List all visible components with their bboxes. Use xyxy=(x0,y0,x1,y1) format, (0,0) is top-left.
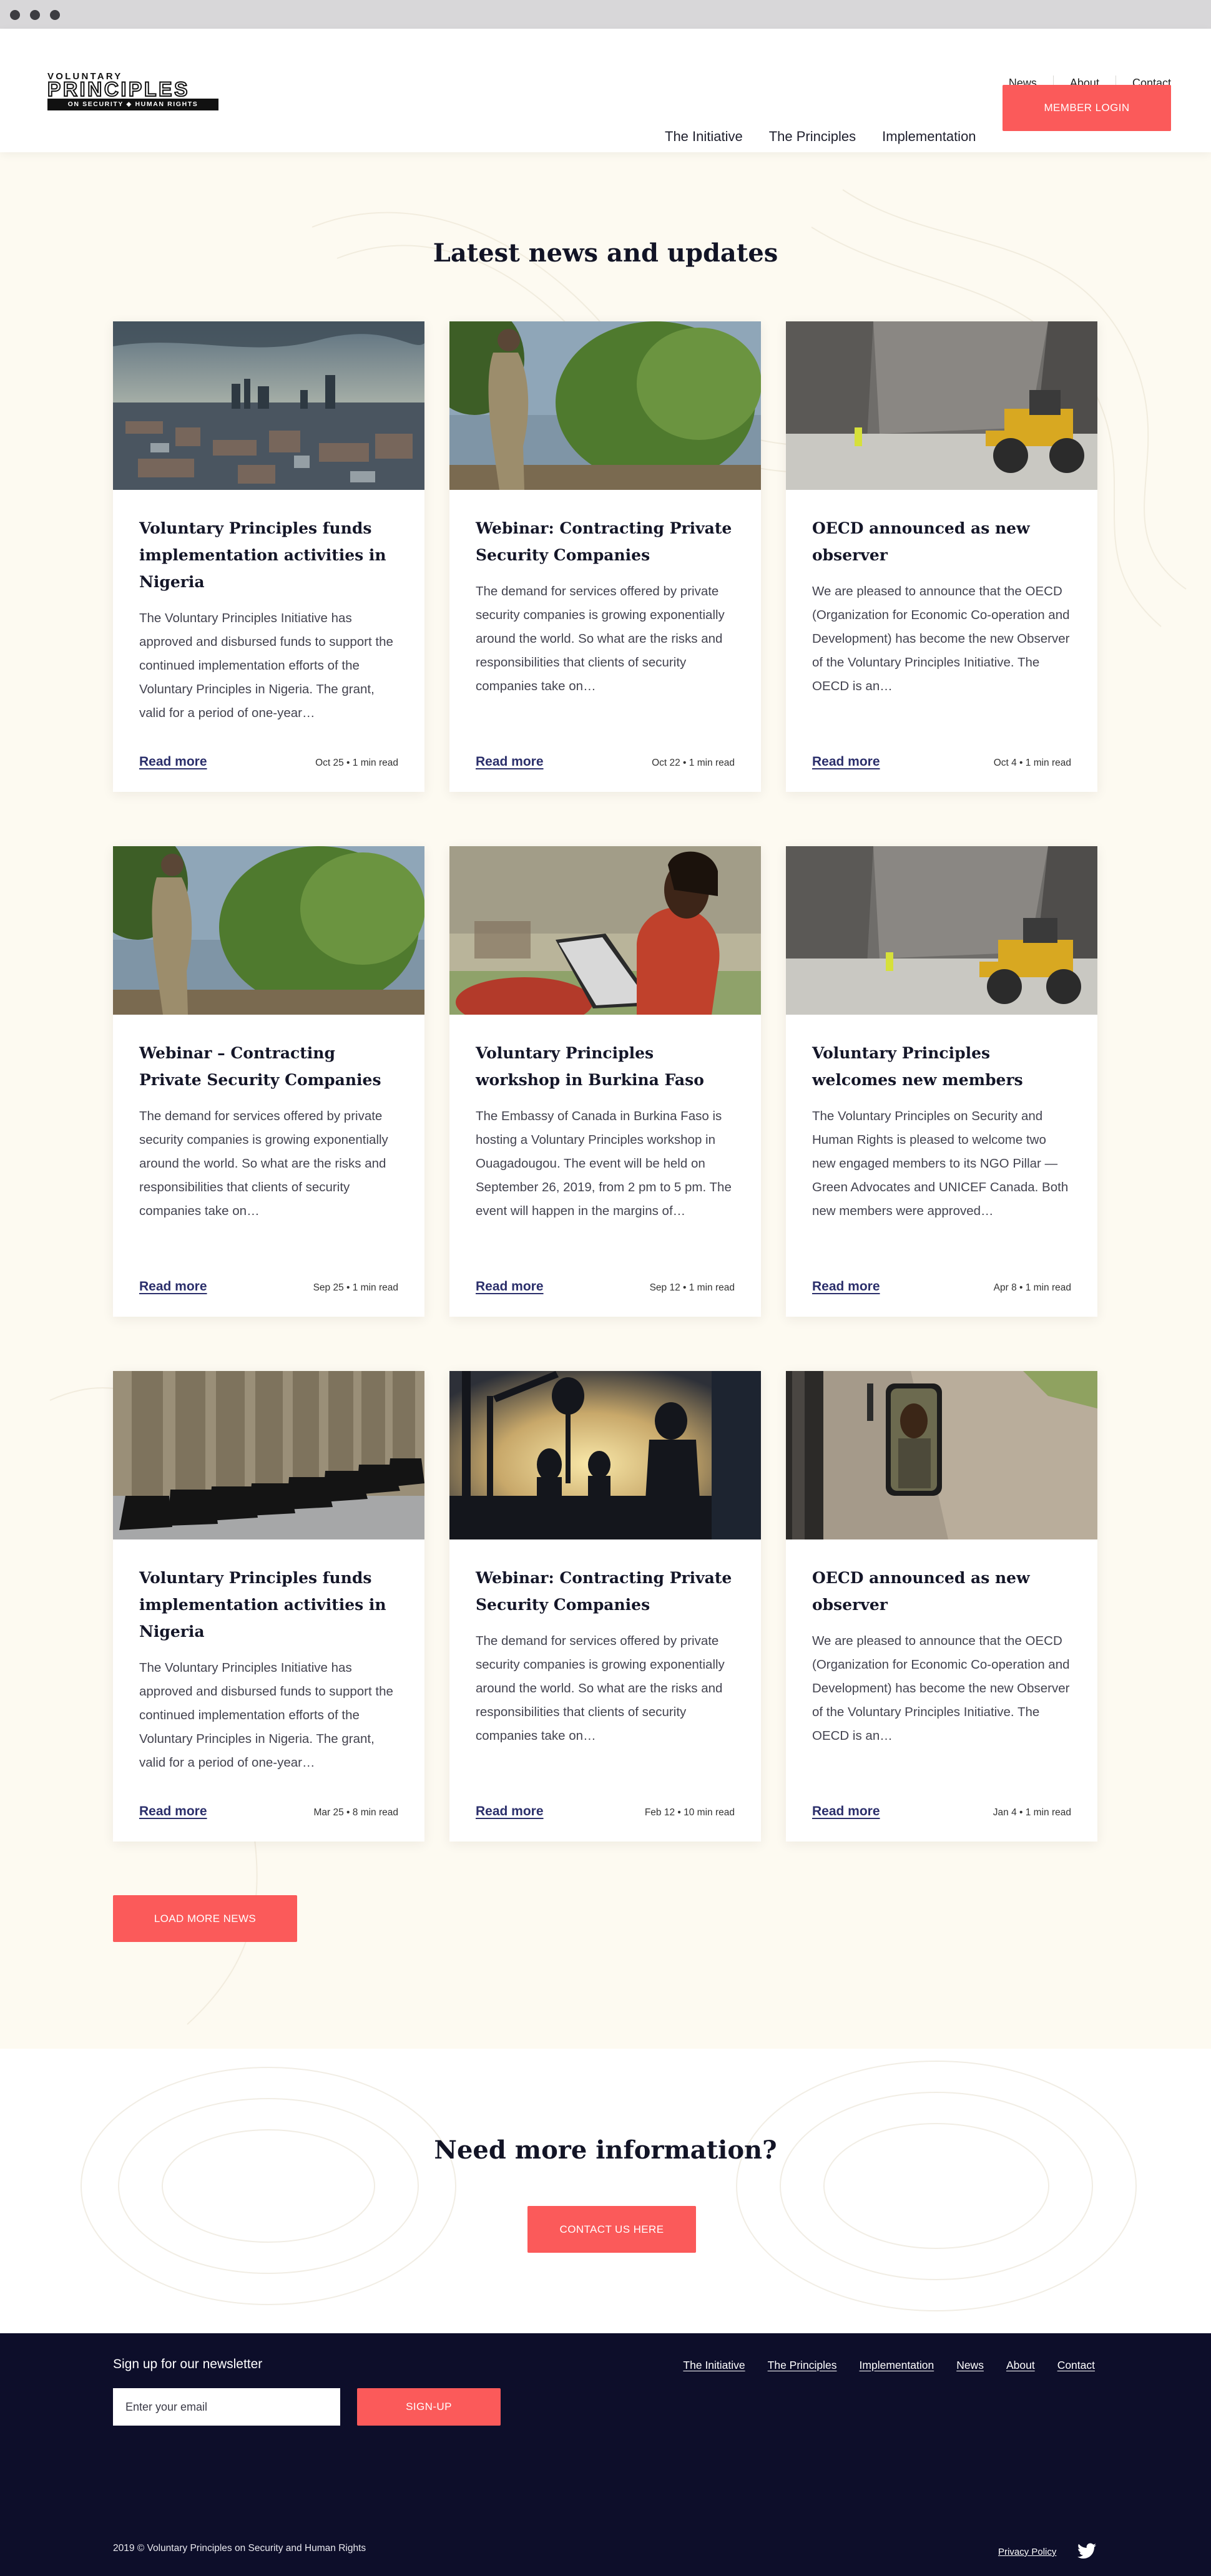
read-more-link[interactable]: Read more xyxy=(139,1279,207,1294)
card-image-oil-workers-silhouette[interactable] xyxy=(449,1371,761,1539)
news-card[interactable]: OECD announced as new observer We are pl… xyxy=(786,1371,1097,1842)
read-more-link[interactable]: Read more xyxy=(476,754,544,769)
card-title[interactable]: OECD announced as new observer xyxy=(812,1564,1071,1618)
card-meta: Oct 22 • 1 min read xyxy=(652,758,735,768)
footer-link-the-principles[interactable]: The Principles xyxy=(768,2359,837,2372)
card-excerpt: We are pleased to announce that the OECD… xyxy=(812,1634,1070,1743)
card-excerpt: The Voluntary Principles Initiative has … xyxy=(139,611,393,720)
read-more-link[interactable]: Read more xyxy=(812,1279,880,1294)
site-header: VOLUNTARY PRINCIPLES ON SECURITY ◆ HUMAN… xyxy=(0,29,1211,152)
newsletter-label: Sign up for our newsletter xyxy=(113,2357,263,2371)
card-meta: Sep 12 • 1 min read xyxy=(649,1282,735,1293)
card-image-soldier-riverbank[interactable] xyxy=(113,846,424,1015)
read-more-link[interactable]: Read more xyxy=(812,754,880,769)
read-more-link[interactable]: Read more xyxy=(812,1804,880,1819)
contact-cta-title: Need more information? xyxy=(434,2135,777,2165)
copyright-text: 2019 © Voluntary Principles on Security … xyxy=(113,2543,366,2554)
news-card[interactable]: Webinar: Contracting Private Security Co… xyxy=(449,1371,761,1842)
card-title[interactable]: Voluntary Principles funds implementatio… xyxy=(139,1564,398,1645)
card-meta: Apr 8 • 1 min read xyxy=(993,1282,1071,1293)
news-card[interactable]: OECD announced as new observer We are pl… xyxy=(786,321,1097,792)
member-login-button[interactable]: MEMBER LOGIN xyxy=(1003,85,1171,131)
news-card[interactable]: Voluntary Principles funds implementatio… xyxy=(113,1371,424,1842)
logo-line-2: PRINCIPLES xyxy=(47,78,190,100)
window-close-dot[interactable] xyxy=(10,10,20,20)
privacy-policy-link[interactable]: Privacy Policy xyxy=(998,2547,1056,2557)
footer-link-news[interactable]: News xyxy=(956,2359,984,2372)
card-image-woman-laptop[interactable] xyxy=(449,846,761,1015)
footer-link-about[interactable]: About xyxy=(1006,2359,1035,2372)
newsletter-signup-button[interactable]: SIGN-UP xyxy=(357,2388,501,2426)
load-more-news-button[interactable]: LOAD MORE NEWS xyxy=(113,1895,297,1942)
card-meta: Oct 25 • 1 min read xyxy=(315,758,398,768)
news-card[interactable]: Voluntary Principles funds implementatio… xyxy=(113,321,424,792)
news-card[interactable]: Webinar – Contracting Private Security C… xyxy=(113,846,424,1317)
card-excerpt: The Voluntary Principles on Security and… xyxy=(812,1109,1069,1218)
card-title[interactable]: Voluntary Principles welcomes new member… xyxy=(812,1040,1071,1093)
footer-nav: The Initiative The Principles Implementa… xyxy=(660,2359,1095,2372)
contact-us-button[interactable]: CONTACT US HERE xyxy=(527,2206,696,2253)
card-meta: Mar 25 • 8 min read xyxy=(313,1807,398,1818)
card-meta: Sep 25 • 1 min read xyxy=(313,1282,398,1293)
card-meta: Jan 4 • 1 min read xyxy=(993,1807,1071,1818)
read-more-link[interactable]: Read more xyxy=(476,1279,544,1294)
browser-chrome xyxy=(0,0,1211,29)
news-card[interactable]: Voluntary Principles workshop in Burkina… xyxy=(449,846,761,1317)
card-image-truck-mirror[interactable] xyxy=(786,1371,1097,1539)
nav-implementation[interactable]: Implementation xyxy=(882,129,976,145)
news-card[interactable]: Webinar: Contracting Private Security Co… xyxy=(449,321,761,792)
card-excerpt: The Embassy of Canada in Burkina Faso is… xyxy=(476,1109,732,1218)
nav-the-principles[interactable]: The Principles xyxy=(769,129,856,145)
footer-link-implementation[interactable]: Implementation xyxy=(860,2359,934,2372)
card-title[interactable]: Voluntary Principles workshop in Burkina… xyxy=(476,1040,735,1093)
card-image-quarry-loader[interactable] xyxy=(786,846,1097,1015)
card-image-quarry-loader[interactable] xyxy=(786,321,1097,490)
main-nav: The Initiative The Principles Implementa… xyxy=(665,129,1003,145)
card-image-soldier-riverbank[interactable] xyxy=(449,321,761,490)
news-section-title: Latest news and updates xyxy=(433,238,778,268)
card-excerpt: The demand for services offered by priva… xyxy=(476,1634,725,1743)
card-title[interactable]: Webinar – Contracting Private Security C… xyxy=(139,1040,398,1093)
card-title[interactable]: OECD announced as new observer xyxy=(812,515,1071,568)
card-title[interactable]: Webinar: Contracting Private Security Co… xyxy=(476,1564,735,1618)
contact-cta-section xyxy=(0,2049,1211,2333)
read-more-link[interactable]: Read more xyxy=(476,1804,544,1819)
card-image-soldiers-boots[interactable] xyxy=(113,1371,424,1539)
card-excerpt: The Voluntary Principles Initiative has … xyxy=(139,1661,393,1770)
card-meta: Feb 12 • 10 min read xyxy=(644,1807,735,1818)
topographic-background xyxy=(81,2061,1137,2311)
window-minimize-dot[interactable] xyxy=(30,10,40,20)
window-maximize-dot[interactable] xyxy=(50,10,60,20)
footer-link-the-initiative[interactable]: The Initiative xyxy=(683,2359,745,2372)
card-excerpt: We are pleased to announce that the OECD… xyxy=(812,584,1070,693)
newsletter-email-input[interactable] xyxy=(113,2388,340,2426)
footer-link-contact[interactable]: Contact xyxy=(1057,2359,1095,2372)
card-title[interactable]: Webinar: Contracting Private Security Co… xyxy=(476,515,735,568)
card-excerpt: The demand for services offered by priva… xyxy=(139,1109,388,1218)
site-footer: Sign up for our newsletter SIGN-UP The I… xyxy=(0,2333,1211,2576)
read-more-link[interactable]: Read more xyxy=(139,754,207,769)
news-card[interactable]: Voluntary Principles welcomes new member… xyxy=(786,846,1097,1317)
card-excerpt: The demand for services offered by priva… xyxy=(476,584,725,693)
twitter-icon[interactable] xyxy=(1077,2543,1096,2559)
site-logo[interactable]: VOLUNTARY PRINCIPLES ON SECURITY ◆ HUMAN… xyxy=(47,71,218,110)
logo-line-3: ON SECURITY ◆ HUMAN RIGHTS xyxy=(47,99,218,110)
nav-the-initiative[interactable]: The Initiative xyxy=(665,129,743,145)
card-image-city-skyline[interactable] xyxy=(113,321,424,490)
read-more-link[interactable]: Read more xyxy=(139,1804,207,1819)
card-title[interactable]: Voluntary Principles funds implementatio… xyxy=(139,515,398,595)
card-meta: Oct 4 • 1 min read xyxy=(993,758,1071,768)
